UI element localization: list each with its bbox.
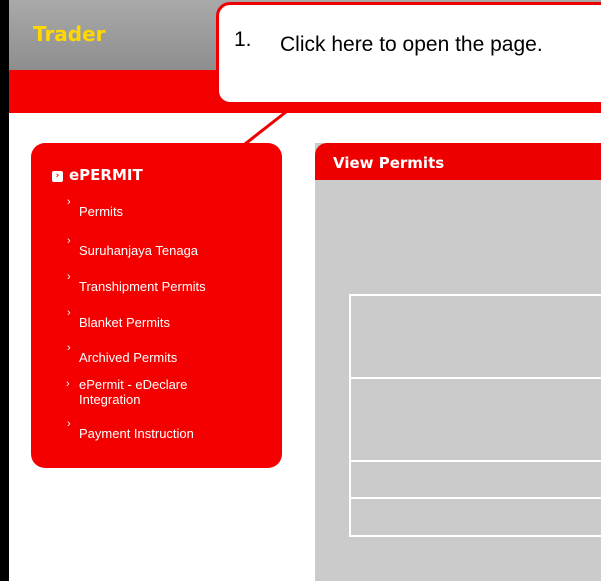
table-row-divider [349,535,601,537]
view-permits-panel: View Permits [315,143,601,581]
chevron-right-icon: › [66,378,70,390]
view-permits-title: View Permits [333,154,445,172]
chevron-right-icon: › [67,307,71,319]
page-title: Trader [33,22,106,46]
chevron-right-icon: › [67,235,71,247]
nav-item-epermit-edeclare-integration[interactable]: › ePermit - eDeclare Integration [66,377,249,407]
nav-item-suruhanjaya-tenaga[interactable]: › Suruhanjaya Tenaga [67,235,199,258]
nav-item-label: Suruhanjaya Tenaga [79,243,199,258]
nav-item-transhipment-permits[interactable]: › Transhipment Permits [67,271,206,294]
window-left-border [0,0,9,581]
nav-title-bullet-icon: › [52,171,63,182]
nav-item-label: Permits [79,204,124,219]
chevron-right-icon: › [67,271,71,283]
table-row-divider [349,294,601,296]
instruction-callout: 1. Click here to open the page. [216,2,601,105]
callout-step-number: 1. [234,28,252,51]
chevron-right-icon: › [67,418,71,430]
chevron-right-icon: › [67,342,71,354]
nav-title: ePERMIT [69,166,143,184]
chevron-right-icon: › [67,196,71,208]
nav-item-blanket-permits[interactable]: › Blanket Permits [67,307,171,330]
table-row-divider [349,377,601,379]
nav-item-permits[interactable]: › Permits [67,196,124,219]
epermit-nav-panel: › ePERMIT › Permits › Suruhanjaya Tenaga… [31,143,282,468]
view-permits-header: View Permits [315,143,601,180]
nav-item-label: Payment Instruction [79,426,194,441]
nav-item-label: Transhipment Permits [79,279,206,294]
nav-item-label: Archived Permits [79,350,178,365]
table-border-left [349,294,351,537]
nav-item-payment-instruction[interactable]: › Payment Instruction [67,418,194,441]
table-row-divider [349,460,601,462]
table-row-divider [349,497,601,499]
nav-item-label: ePermit - eDeclare Integration [79,377,188,407]
callout-text: Click here to open the page. [280,33,543,56]
nav-item-label: Blanket Permits [79,315,171,330]
nav-item-archived-permits[interactable]: › Archived Permits [67,342,178,365]
